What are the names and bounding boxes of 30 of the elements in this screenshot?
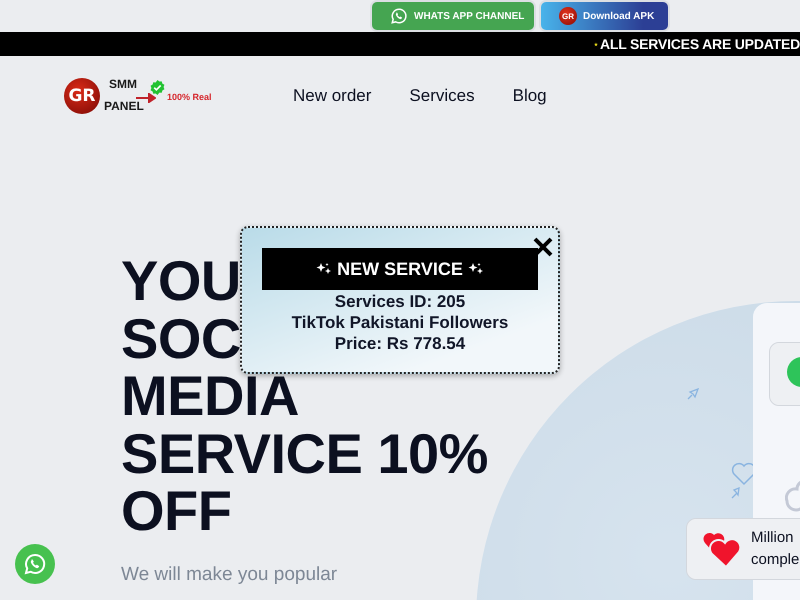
popup-text: Services ID: 205	[334, 291, 466, 312]
whatsapp-icon	[390, 7, 408, 25]
stats-text: comple	[751, 550, 800, 570]
nav-link[interactable]: Services	[409, 86, 475, 106]
stats-text: Million	[751, 528, 795, 548]
logo-text: SMM	[109, 78, 138, 90]
popup-text: Price: Rs 778.54	[334, 333, 466, 354]
popup-text: TikTok Pakistani Followers	[292, 312, 508, 333]
popup-title: NEW SERVICE	[337, 258, 463, 280]
nav-link[interactable]: New order	[293, 86, 372, 106]
arrow-icon	[136, 93, 156, 103]
download-apk-button[interactable]: GR Download APK	[541, 2, 668, 30]
sparkles-icon	[468, 262, 484, 276]
app-logo-icon: GR	[559, 7, 577, 25]
hero-title-line: SOC	[121, 310, 241, 367]
hero-title-line: OFF	[121, 482, 232, 540]
hero-subtitle: We will make you popular	[121, 564, 338, 586]
logo-text: PANEL	[104, 100, 144, 112]
whatsapp-icon	[23, 552, 47, 576]
ticker-text: ALL SERVICES ARE UPDATED	[600, 36, 800, 52]
nav-link[interactable]: Blog	[512, 86, 547, 106]
cursor-arrow-icon	[687, 388, 699, 400]
verified-badge-icon	[150, 80, 165, 95]
hero-title-line: SERVICE 10%	[121, 424, 488, 482]
hero-title-line: MEDIA	[121, 367, 299, 424]
hero-title-line: YOU	[121, 252, 241, 310]
close-button[interactable]	[532, 236, 554, 258]
logo-badge: GR	[64, 78, 100, 114]
logo-tagline: 100% Real	[167, 92, 212, 102]
sparkles-icon	[316, 262, 332, 276]
